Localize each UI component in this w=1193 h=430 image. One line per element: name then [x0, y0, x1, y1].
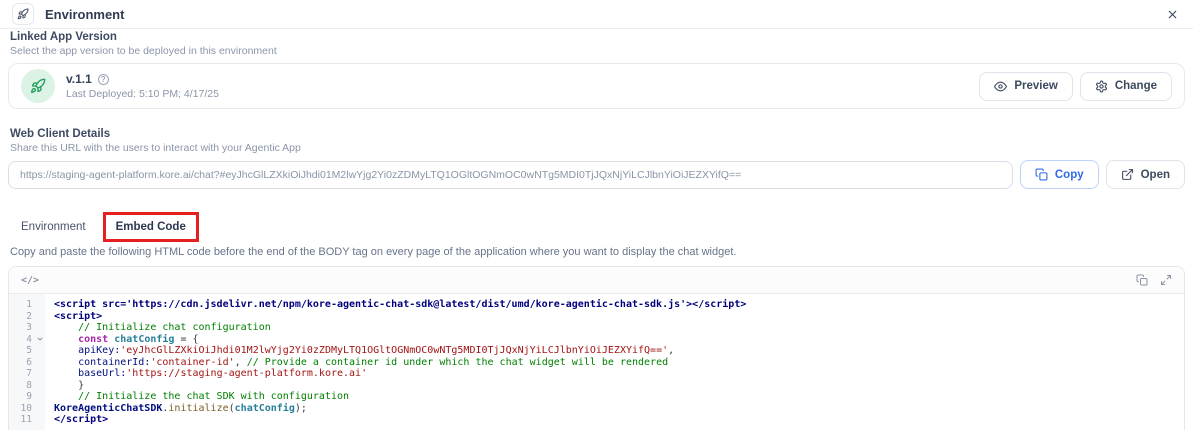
version-info: v.1.1 ? Last Deployed: 5:10 PM; 4/17/25	[66, 72, 219, 100]
code-line: <script>	[54, 310, 103, 322]
embed-code-panel: </> 1 2 3 4 5 6 7 8 9 10 11 <script src='https://c…	[8, 266, 1185, 430]
open-url-button[interactable]: Open	[1105, 160, 1185, 189]
copy-button-label: Copy	[1054, 168, 1084, 181]
fold-chevron-icon[interactable]	[36, 335, 44, 343]
code-line: }	[54, 379, 85, 391]
copy-code-icon[interactable]	[1136, 274, 1148, 286]
code-editor[interactable]: 1 2 3 4 5 6 7 8 9 10 11 <script src='https://cdn.j…	[9, 294, 1184, 430]
eye-icon	[994, 80, 1008, 93]
line-number: 9	[26, 391, 32, 402]
expand-icon[interactable]	[1160, 274, 1172, 286]
line-number: 6	[26, 356, 32, 368]
help-icon[interactable]: ?	[97, 73, 109, 85]
environment-panel: Environment Linked App Version Select th…	[0, 0, 1193, 430]
change-button-label: Change	[1114, 80, 1157, 92]
line-number-gutter: 1 2 3 4 5 6 7 8 9 10 11	[9, 294, 45, 430]
version-card-actions: Preview Change	[979, 71, 1172, 101]
line-number: 7	[26, 368, 32, 379]
tab-embed-code[interactable]: Embed Code	[102, 212, 199, 242]
code-line: // Initialize chat configuration	[54, 322, 271, 333]
page-title: Environment	[45, 6, 125, 22]
code-line: </script>	[54, 414, 109, 425]
external-link-icon	[1121, 168, 1134, 181]
line-number: 1	[26, 299, 32, 310]
linked-app-version-subheading: Select the app version to be deployed in…	[10, 45, 277, 57]
code-content: <script src='https://cdn.jsdelivr.net/np…	[45, 294, 1184, 430]
line-number: 10	[20, 402, 32, 414]
rocket-icon	[12, 3, 34, 25]
gear-icon	[1095, 80, 1108, 93]
code-line: <script src='https://cdn.jsdelivr.net/np…	[54, 299, 747, 310]
code-panel-header: </>	[9, 267, 1184, 294]
tab-environment[interactable]: Environment	[8, 212, 99, 242]
code-tools	[1136, 274, 1172, 286]
web-client-subheading: Share this URL with the users to interac…	[10, 142, 301, 154]
tabs: Environment Embed Code	[8, 212, 1185, 242]
line-number: 3	[26, 322, 32, 333]
linked-version-card: v.1.1 ? Last Deployed: 5:10 PM; 4/17/25 …	[8, 63, 1185, 109]
panel-header: Environment	[0, 0, 1193, 29]
version-label: v.1.1	[66, 72, 92, 86]
last-deployed-text: Last Deployed: 5:10 PM; 4/17/25	[66, 88, 219, 100]
web-client-heading: Web Client Details	[10, 128, 111, 140]
open-button-label: Open	[1140, 168, 1170, 181]
panel-content: Linked App Version Select the app versio…	[0, 29, 1193, 430]
code-line: baseUrl:'https://staging-agent-platform.…	[78, 368, 368, 379]
copy-icon	[1035, 168, 1048, 181]
change-button[interactable]: Change	[1079, 71, 1172, 101]
code-line: // Initialize the chat SDK with configur…	[54, 391, 350, 402]
line-number: 4	[9, 334, 45, 346]
code-line: containerId:'container-id', // Provide a…	[78, 356, 669, 368]
code-line: apiKey:'eyJhcGlLZXkiOiJhdi01M2lwYjg2Yi0z…	[78, 345, 675, 356]
code-icon: </>	[21, 274, 40, 286]
code-line: KoreAgenticChatSDK.initialize(chatConfig…	[54, 402, 307, 414]
web-client-url-input[interactable]: https://staging-agent-platform.kore.ai/c…	[8, 160, 1013, 189]
copy-url-button[interactable]: Copy	[1019, 160, 1099, 189]
close-icon[interactable]	[1166, 8, 1179, 21]
web-client-section: Web Client Details Share this URL with t…	[8, 127, 1185, 189]
line-number: 5	[26, 345, 32, 356]
embed-instruction: Copy and paste the following HTML code b…	[10, 246, 737, 258]
version-rocket-icon	[21, 69, 55, 103]
code-line: const chatConfig = {	[78, 333, 199, 345]
linked-app-version-heading: Linked App Version	[10, 31, 117, 43]
line-number: 8	[26, 379, 32, 391]
preview-button[interactable]: Preview	[979, 71, 1073, 101]
line-number: 2	[26, 310, 32, 322]
line-number: 11	[20, 414, 32, 425]
preview-button-label: Preview	[1014, 80, 1058, 92]
